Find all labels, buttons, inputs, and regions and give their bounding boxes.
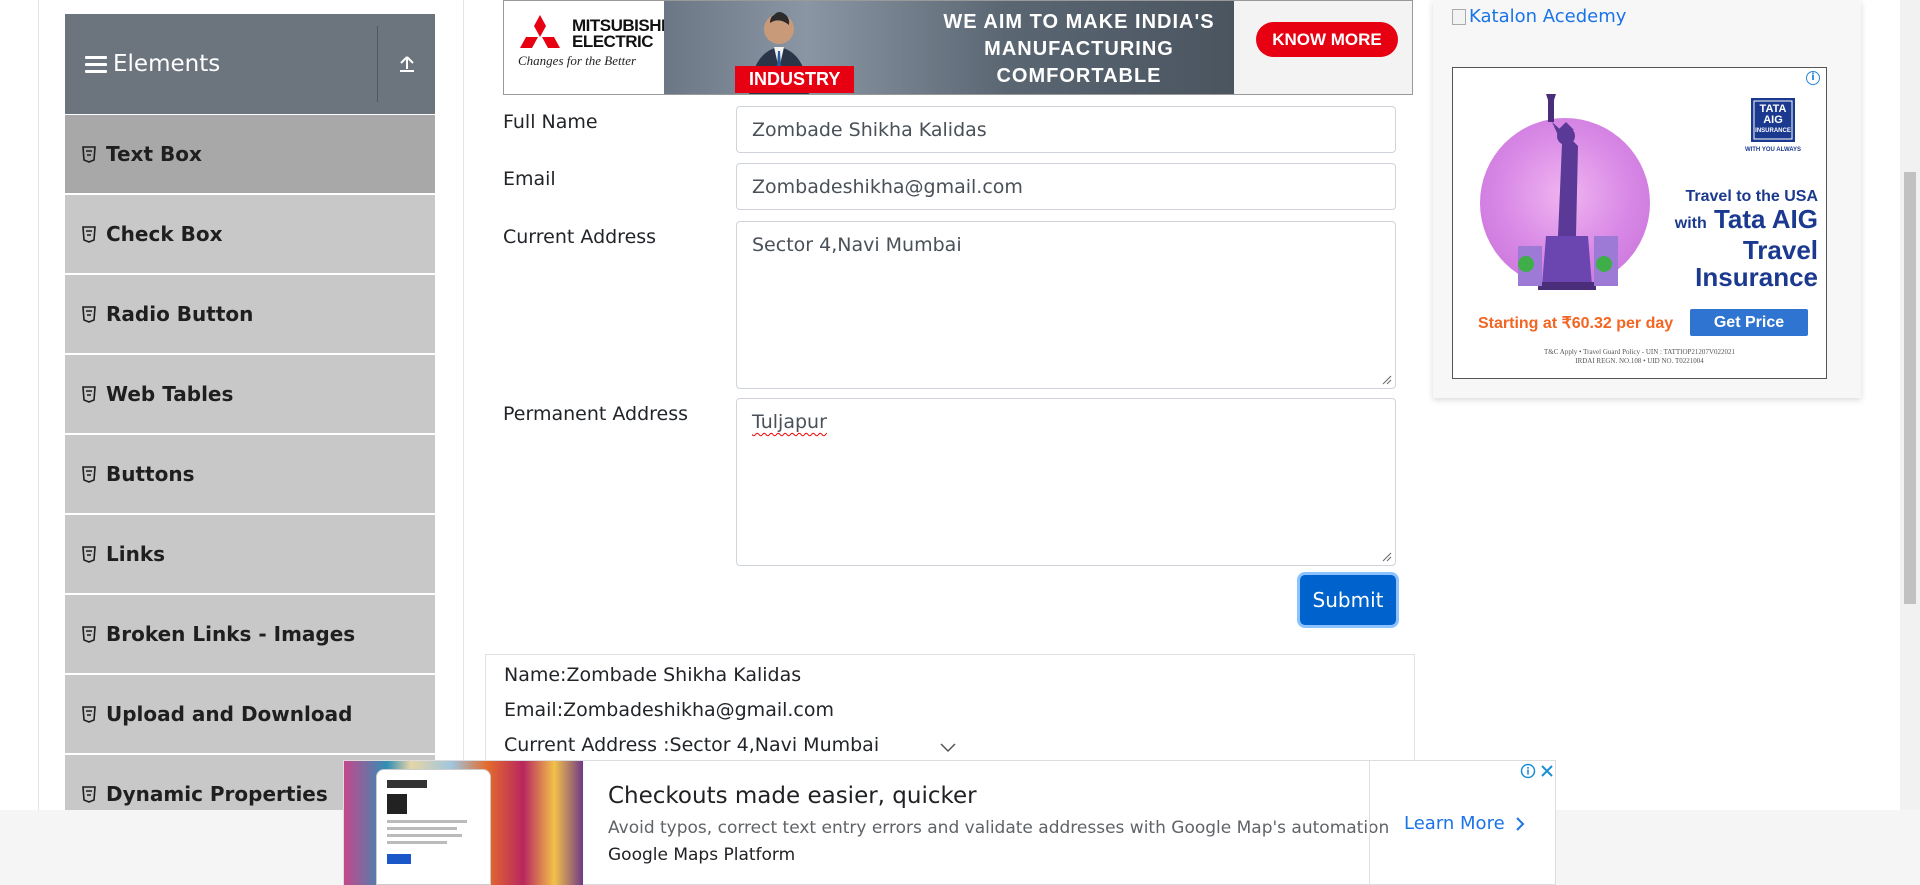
upload-icon (399, 56, 414, 72)
ad-logo-area: MITSUBISHI ELECTRIC Changes for the Bett… (504, 1, 666, 94)
current-address-value: Sector 4,Navi Mumbai (752, 234, 962, 256)
html5-icon (82, 545, 96, 563)
ad-headline-line-1: WE AIM TO MAKE INDIA'S (943, 11, 1215, 33)
sidebar-item-web-tables[interactable]: Web Tables (65, 355, 435, 435)
tata-brand-name: TATA AIG (1759, 103, 1787, 126)
email-label: Email (503, 168, 556, 190)
elements-group-header[interactable]: Elements (65, 14, 435, 114)
page: Elements Text Box Check Box Radio Button… (0, 0, 1920, 885)
tata-line-4: Insurance (1695, 262, 1818, 292)
html5-icon (82, 705, 96, 723)
sidebar-item-label: Radio Button (106, 302, 254, 326)
phone-mockup (376, 769, 491, 885)
sidebar-item-upload-download[interactable]: Upload and Download (65, 675, 435, 755)
sidebar-item-text-box[interactable]: Text Box (65, 115, 435, 195)
sidebar-item-buttons[interactable]: Buttons (65, 435, 435, 515)
learn-more-label: Learn More (1404, 813, 1505, 834)
chevron-down-icon[interactable] (938, 740, 958, 754)
full-name-label: Full Name (503, 111, 598, 133)
tata-line-3: Travel (1742, 235, 1818, 265)
chevron-right-icon (1515, 816, 1525, 831)
ad-source: Google Maps Platform (608, 845, 796, 865)
ad-title: Checkouts made easier, quicker (608, 783, 977, 809)
sidebar-item-label: Check Box (106, 222, 223, 246)
resize-handle-icon[interactable] (1382, 552, 1392, 562)
sidebar-item-links[interactable]: Links (65, 515, 435, 595)
group-title-label: Elements (113, 51, 221, 77)
html5-icon (82, 385, 96, 403)
ad-choices-icon[interactable] (1518, 761, 1537, 780)
tata-brand: TATA AIG INSURANCE (1751, 104, 1795, 137)
output-email: Email:Zombadeshikha@gmail.com (504, 699, 835, 721)
html5-icon (82, 785, 96, 803)
collapse-toggle[interactable] (378, 14, 435, 114)
group-title[interactable]: Elements (65, 14, 377, 114)
ad-image (344, 761, 583, 885)
ad-controls (1518, 761, 1556, 780)
ad-industry-tag: INDUSTRY (735, 66, 855, 93)
tata-price: Starting at ₹60.32 per day (1478, 315, 1674, 332)
html5-icon (82, 625, 96, 643)
tata-fine-line-2: IRDAI REGN. NO.108 • UID NO. T0221004 (1575, 357, 1704, 365)
sidebar-item-label: Web Tables (106, 382, 234, 406)
sidebar-item-label: Upload and Download (106, 702, 353, 726)
mitsubishi-logo-icon (520, 15, 560, 48)
permanent-address-textarea[interactable]: Tuljapur (736, 398, 1396, 566)
sidebar-item-label: Links (106, 542, 166, 566)
email-input[interactable]: Zombadeshikha@gmail.com (736, 163, 1396, 210)
ad-headline: WE AIM TO MAKE INDIA'S MANUFACTURING COM… (924, 9, 1234, 90)
know-more-button[interactable]: KNOW MORE (1256, 22, 1398, 57)
resize-handle-icon[interactable] (1382, 375, 1392, 385)
hamburger-icon (85, 52, 107, 77)
tata-aig-ad[interactable]: i TATA AIG INSURANCE WITH YOU ALWAYS Tra… (1452, 67, 1827, 379)
permanent-address-value: Tuljapur (752, 411, 827, 433)
broken-image-icon (1452, 8, 1466, 25)
html5-icon (82, 145, 96, 163)
sidebar-menu: Text Box Check Box Radio Button Web Tabl… (65, 115, 435, 835)
get-price-button[interactable]: Get Price (1690, 309, 1808, 336)
ad-headline-line-2: MANUFACTURING COMFORTABLE (984, 38, 1174, 87)
ad-description: Avoid typos, correct text entry errors a… (608, 818, 1390, 838)
vertical-scrollbar-thumb[interactable] (1904, 172, 1916, 604)
permanent-address-label: Permanent Address (503, 403, 689, 425)
sidebar-item-label: Broken Links - Images (106, 622, 356, 646)
current-address-label: Current Address (503, 226, 657, 248)
katalon-academy-link[interactable]: Katalon Acedemy (1452, 6, 1626, 27)
current-address-textarea[interactable]: Sector 4,Navi Mumbai (736, 221, 1396, 389)
ad-info-icon[interactable]: i (1806, 71, 1820, 85)
sidebar-item-label: Text Box (106, 142, 202, 166)
tata-brand-sub: INSURANCE (1755, 128, 1791, 134)
sidebar-item-check-box[interactable]: Check Box (65, 195, 435, 275)
html5-icon (82, 305, 96, 323)
submit-button[interactable]: Submit (1300, 575, 1396, 625)
learn-more-button[interactable]: Learn More (1404, 813, 1529, 834)
tata-fine-print: T&C Apply • Travel Guard Policy - UIN : … (1453, 348, 1826, 366)
sidebar-item-broken-links[interactable]: Broken Links - Images (65, 595, 435, 675)
google-maps-bottom-ad[interactable]: Checkouts made easier, quicker Avoid typ… (343, 760, 1556, 885)
tata-headline: Travel to the USA with Tata AIG Travel I… (1648, 188, 1818, 291)
html5-icon (82, 465, 96, 483)
ad-tagline: Changes for the Better (518, 53, 637, 68)
sidebar-item-label: Buttons (106, 462, 195, 486)
tata-line-2: Tata AIG (1713, 204, 1818, 234)
close-icon[interactable] (1537, 761, 1556, 780)
html5-icon (82, 225, 96, 243)
sidebar-item-label: Dynamic Properties (106, 782, 328, 806)
ad-divider (1369, 761, 1370, 885)
full-name-input[interactable]: Zombade Shikha Kalidas (736, 106, 1396, 153)
katalon-alt-text: Katalon Acedemy (1469, 6, 1627, 27)
sidebar-item-radio-button[interactable]: Radio Button (65, 275, 435, 355)
output-name: Name:Zombade Shikha Kalidas (504, 664, 802, 686)
tata-with-you: WITH YOU ALWAYS (1744, 147, 1802, 153)
tata-fine-line-1: T&C Apply • Travel Guard Policy - UIN : … (1544, 348, 1735, 356)
statue-of-liberty-icon (1518, 94, 1618, 290)
tata-line-2-prefix: with (1674, 215, 1707, 232)
ad-brand: MITSUBISHI ELECTRIC (572, 16, 666, 51)
